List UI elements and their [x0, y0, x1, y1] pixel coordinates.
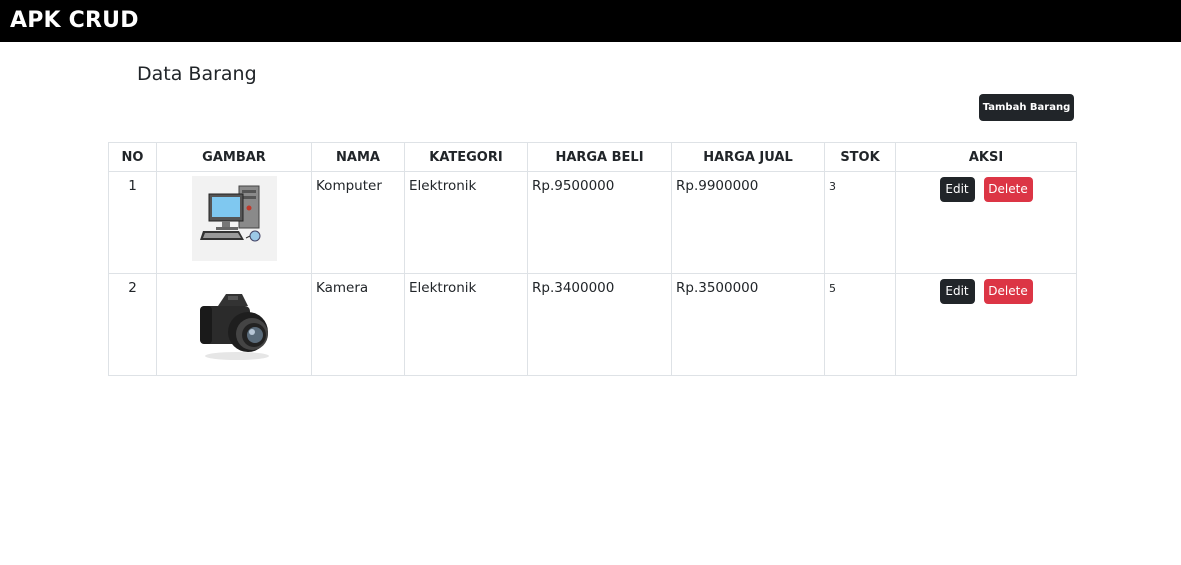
cell-kategori: Elektronik	[404, 273, 528, 376]
cell-harga-jual: Rp.9900000	[671, 171, 825, 274]
delete-button[interactable]: Delete	[983, 177, 1033, 202]
cell-no: 1	[108, 171, 157, 274]
header-aksi: AKSI	[895, 142, 1077, 172]
header-nama: NAMA	[311, 142, 405, 172]
cell-no: 2	[108, 273, 157, 376]
delete-button[interactable]: Delete	[983, 279, 1033, 304]
cell-gambar	[156, 171, 312, 274]
cell-aksi: Edit Delete	[895, 171, 1077, 274]
brand-title[interactable]: APK CRUD	[10, 7, 139, 35]
navbar: APK CRUD	[0, 0, 1181, 42]
table-row: 2 Kamera Elektronik Rp.3400000 Rp.350000…	[108, 273, 1077, 376]
cell-nama: Komputer	[311, 171, 405, 274]
header-kategori: KATEGORI	[404, 142, 528, 172]
header-harga-beli: HARGA BELI	[527, 142, 672, 172]
edit-button[interactable]: Edit	[939, 177, 975, 202]
cell-kategori: Elektronik	[404, 171, 528, 274]
header-no: NO	[108, 142, 157, 172]
cell-stok: 3	[824, 171, 896, 274]
cell-stok: 5	[824, 273, 896, 376]
header-harga-jual: HARGA JUAL	[671, 142, 825, 172]
cell-gambar	[156, 273, 312, 376]
table-row: 1 Komputer Elektronik Rp.9500000 Rp.9900…	[108, 171, 1077, 274]
header-gambar: GAMBAR	[156, 142, 312, 172]
page-title: Data Barang	[137, 63, 257, 85]
table-header-row: NO GAMBAR NAMA KATEGORI HARGA BELI HARGA…	[108, 142, 1077, 172]
items-table: NO GAMBAR NAMA KATEGORI HARGA BELI HARGA…	[108, 142, 1077, 376]
camera-image-icon	[192, 278, 277, 363]
header-stok: STOK	[824, 142, 896, 172]
computer-image-icon	[191, 176, 277, 261]
edit-button[interactable]: Edit	[939, 279, 975, 304]
cell-harga-beli: Rp.9500000	[527, 171, 672, 274]
cell-nama: Kamera	[311, 273, 405, 376]
add-item-button[interactable]: Tambah Barang	[979, 94, 1074, 121]
cell-aksi: Edit Delete	[895, 273, 1077, 376]
cell-harga-beli: Rp.3400000	[527, 273, 672, 376]
cell-harga-jual: Rp.3500000	[671, 273, 825, 376]
